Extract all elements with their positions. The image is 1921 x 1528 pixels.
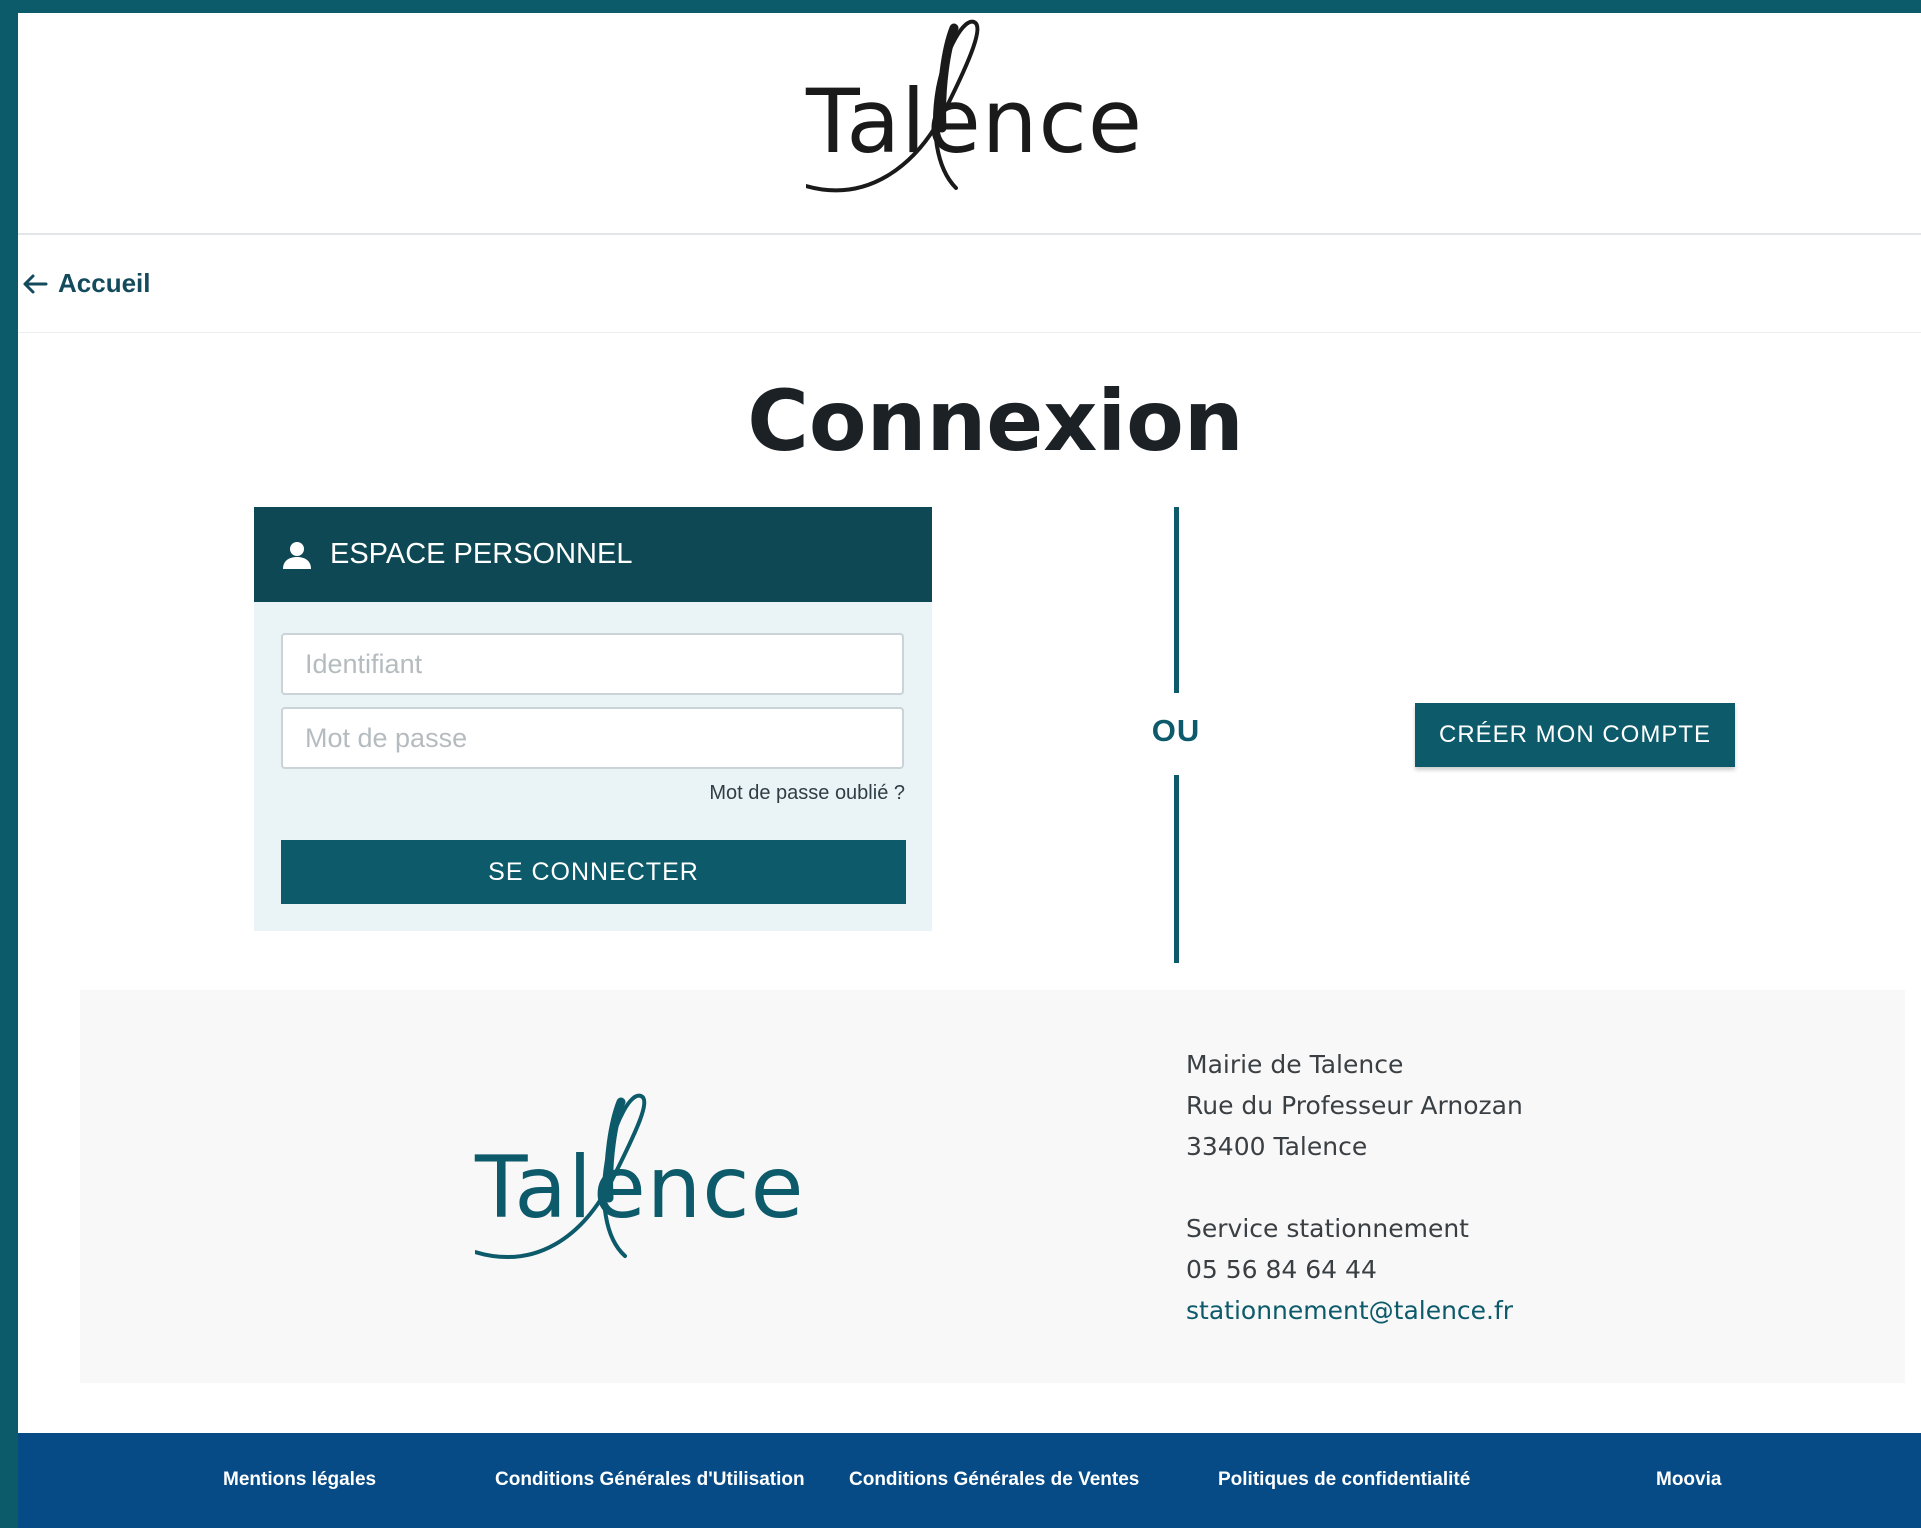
separator-label: OU: [1151, 713, 1201, 748]
contact-service: Service stationnement: [1186, 1214, 1469, 1243]
login-button[interactable]: SE CONNECTER: [281, 840, 906, 904]
footer-link-cgu[interactable]: Conditions Générales d'Utilisation: [495, 1469, 805, 1491]
contact-email-link[interactable]: stationnement@talence.fr: [1186, 1296, 1513, 1325]
contact-city: 33400 Talence: [1186, 1132, 1368, 1161]
footer-info: Talence Mairie de Talence Rue du Profess…: [80, 990, 1905, 1383]
footer-logo-text: Talence: [475, 1138, 805, 1238]
header-logo[interactable]: Talence: [806, 18, 1196, 198]
login-card-header: ESPACE PERSONNEL: [254, 507, 932, 602]
footer-bar: Mentions légales Conditions Générales d'…: [18, 1433, 1921, 1528]
contact-phone: 05 56 84 64 44: [1186, 1255, 1377, 1284]
footer-link-cgv[interactable]: Conditions Générales de Ventes: [849, 1469, 1139, 1491]
password-input[interactable]: [281, 707, 904, 769]
footer-link-moovia[interactable]: Moovia: [1656, 1469, 1721, 1491]
footer-link-privacy[interactable]: Politiques de confidentialité: [1218, 1469, 1470, 1491]
arrow-left-icon: [23, 274, 48, 293]
user-icon: [283, 541, 311, 569]
nav-divider: [18, 332, 1921, 333]
contact-spacer: [1186, 1167, 1523, 1208]
back-link[interactable]: Accueil: [22, 268, 151, 299]
footer-logo: Talence: [475, 1090, 855, 1270]
login-card: ESPACE PERSONNEL Mot de passe oublié ? S…: [254, 507, 932, 931]
create-account-button[interactable]: CRÉER MON COMPTE: [1415, 703, 1735, 767]
contact-block: Mairie de Talence Rue du Professeur Arno…: [1186, 1044, 1523, 1331]
header-divider: [18, 233, 1921, 235]
login-card-title: ESPACE PERSONNEL: [330, 538, 633, 570]
forgot-password-link[interactable]: Mot de passe oublié ?: [709, 782, 905, 805]
window-frame-top: [0, 0, 1921, 13]
logo-text: Talence: [806, 70, 1143, 173]
username-input[interactable]: [281, 633, 904, 695]
back-link-label: Accueil: [58, 268, 151, 298]
contact-street: Rue du Professeur Arnozan: [1186, 1091, 1523, 1120]
separator-line-bottom: [1174, 775, 1179, 963]
page-title: Connexion: [747, 372, 1244, 470]
contact-name: Mairie de Talence: [1186, 1050, 1404, 1079]
separator-line-top: [1174, 507, 1179, 693]
footer-link-legal[interactable]: Mentions légales: [223, 1469, 376, 1491]
window-frame-left: [0, 0, 18, 1528]
